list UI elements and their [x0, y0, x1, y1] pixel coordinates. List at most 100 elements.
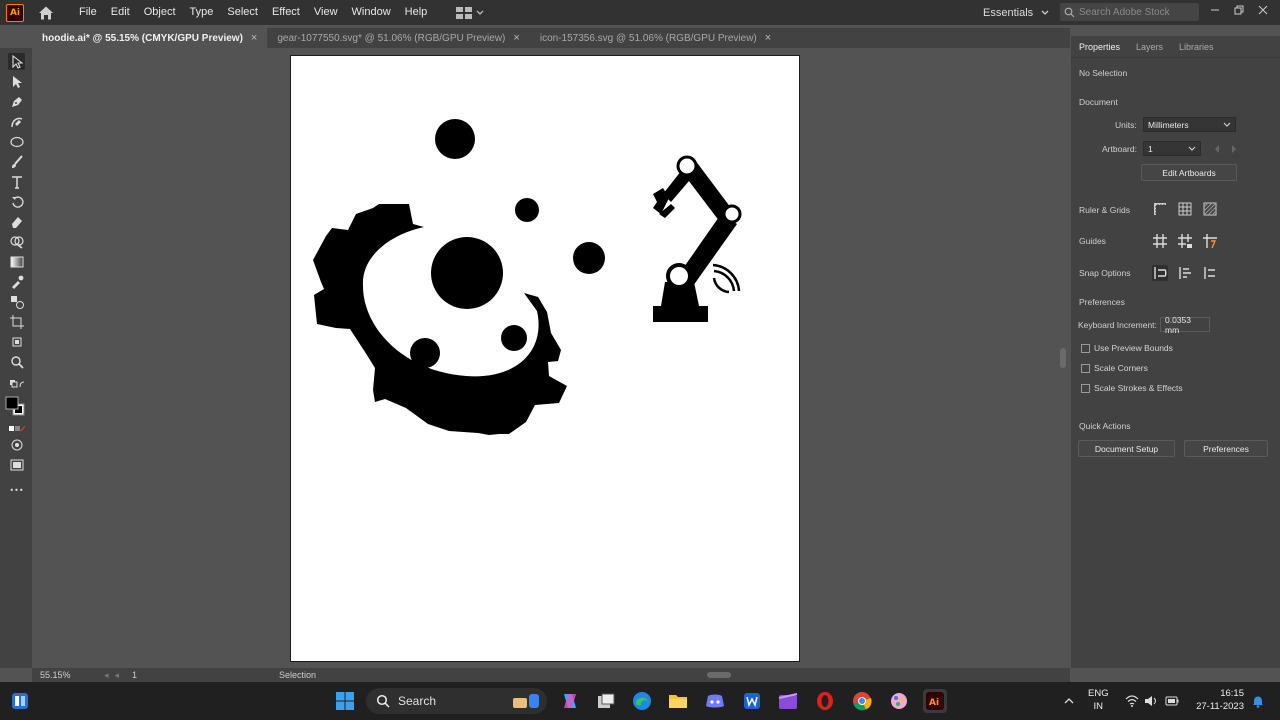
- close-icon[interactable]: ×: [765, 32, 771, 44]
- shape-builder-tool-icon[interactable]: [8, 233, 25, 250]
- eyedropper-tool-icon[interactable]: [8, 273, 25, 290]
- ruler-icon[interactable]: [1152, 201, 1168, 217]
- pen-tool-icon[interactable]: [8, 93, 25, 110]
- close-icon[interactable]: ×: [513, 32, 519, 44]
- opera-icon[interactable]: [813, 689, 837, 713]
- hand-tool-icon[interactable]: [8, 333, 25, 350]
- artboard[interactable]: [290, 55, 800, 662]
- screen-mode-icon[interactable]: [8, 456, 25, 473]
- menu-edit[interactable]: Edit: [104, 0, 137, 25]
- close-icon[interactable]: ×: [251, 32, 257, 44]
- scale-corners-checkbox[interactable]: Scale Corners: [1081, 363, 1148, 373]
- keyboard-increment-input[interactable]: 0.0353 mm: [1160, 315, 1210, 335]
- more-tools-icon[interactable]: •••: [8, 482, 25, 499]
- snap-to-glyph-icon[interactable]: [1202, 265, 1218, 281]
- vertical-scrollbar[interactable]: [1057, 48, 1069, 668]
- previous-artboard-icon[interactable]: [1214, 145, 1220, 153]
- tab-layers[interactable]: Layers: [1128, 36, 1171, 57]
- edge-icon[interactable]: [630, 689, 654, 713]
- widgets-icon[interactable]: [8, 689, 32, 713]
- chrome-icon[interactable]: [850, 689, 874, 713]
- zoom-tool-icon[interactable]: [8, 353, 25, 370]
- checkbox-box[interactable]: [1081, 363, 1090, 373]
- edit-artboards-button[interactable]: Edit Artboards: [1141, 164, 1237, 181]
- swap-fill-stroke-icon[interactable]: [8, 375, 25, 392]
- canvas-area[interactable]: [32, 48, 1057, 668]
- file-explorer-icon[interactable]: [666, 689, 690, 713]
- stock-search-input[interactable]: [1079, 6, 1197, 18]
- eraser-tool-icon[interactable]: [8, 213, 25, 230]
- horizontal-scrollbar[interactable]: [397, 672, 1047, 678]
- blend-tool-icon[interactable]: [8, 293, 25, 310]
- preferences-button[interactable]: Preferences: [1184, 440, 1268, 457]
- selection-tool-icon[interactable]: [8, 53, 25, 70]
- home-icon[interactable]: [38, 5, 54, 21]
- transparency-grid-icon[interactable]: [1202, 201, 1218, 217]
- smart-guides-icon[interactable]: [1202, 233, 1218, 249]
- fill-stroke-swatch[interactable]: [5, 396, 25, 416]
- direct-selection-tool-icon[interactable]: [8, 73, 25, 90]
- menu-view[interactable]: View: [307, 0, 345, 25]
- snap-to-pixel-icon[interactable]: [1177, 265, 1193, 281]
- menu-window[interactable]: Window: [345, 0, 398, 25]
- color-mode-icon[interactable]: [8, 420, 25, 437]
- tab-libraries[interactable]: Libraries: [1171, 36, 1222, 57]
- wifi-icon[interactable]: [1125, 694, 1139, 708]
- volume-icon[interactable]: [1144, 694, 1158, 708]
- minimize-icon[interactable]: [1210, 5, 1220, 15]
- notification-bell-icon[interactable]: [1251, 694, 1265, 708]
- units-select[interactable]: Millimeters: [1143, 117, 1236, 132]
- checkbox-box[interactable]: [1081, 383, 1090, 393]
- start-icon[interactable]: [333, 689, 357, 713]
- menu-effect[interactable]: Effect: [265, 0, 307, 25]
- document-setup-button[interactable]: Document Setup: [1078, 440, 1175, 457]
- battery-icon[interactable]: [1165, 694, 1179, 708]
- tab-gear[interactable]: gear-1077550.svg* @ 51.06% (RGB/GPU Prev…: [267, 28, 529, 48]
- chevron-up-icon[interactable]: [1062, 694, 1076, 708]
- artboard-tool-icon[interactable]: [8, 313, 25, 330]
- menu-object[interactable]: Object: [137, 0, 183, 25]
- drawing-mode-icon[interactable]: [8, 436, 25, 453]
- vertical-scroll-thumb[interactable]: [1060, 348, 1066, 368]
- illustrator-taskbar-icon[interactable]: Ai: [923, 689, 947, 713]
- scale-strokes-checkbox[interactable]: Scale Strokes & Effects: [1081, 383, 1183, 393]
- checkbox-box[interactable]: [1081, 343, 1090, 353]
- menu-file[interactable]: File: [72, 0, 104, 25]
- guides-show-icon[interactable]: [1152, 233, 1168, 249]
- tab-icon[interactable]: icon-157356.svg @ 51.06% (RGB/GPU Previe…: [530, 28, 781, 48]
- curvature-tool-icon[interactable]: [8, 113, 25, 130]
- taskbar-search[interactable]: Search: [366, 688, 547, 714]
- tab-hoodie[interactable]: hoodie.ai* @ 55.15% (CMYK/GPU Preview) ×: [32, 28, 268, 48]
- use-preview-bounds-checkbox[interactable]: Use Preview Bounds: [1081, 343, 1173, 353]
- menu-select[interactable]: Select: [220, 0, 265, 25]
- type-tool-icon[interactable]: [8, 173, 25, 190]
- adobe-stock-search[interactable]: [1060, 3, 1199, 21]
- gradient-tool-icon[interactable]: [8, 253, 25, 270]
- ellipse-tool-icon[interactable]: [8, 133, 25, 150]
- clipchamp-icon[interactable]: [776, 689, 800, 713]
- arrange-documents-button[interactable]: [456, 6, 484, 19]
- paintbrush-tool-icon[interactable]: [8, 153, 25, 170]
- workspace-switcher[interactable]: Essentials: [983, 0, 1049, 25]
- close-icon[interactable]: [1258, 5, 1268, 15]
- discord-icon[interactable]: [703, 689, 727, 713]
- language-indicator[interactable]: ENG IN: [1088, 687, 1109, 713]
- horizontal-scroll-thumb[interactable]: [707, 672, 731, 678]
- next-artboard-icon[interactable]: [1231, 145, 1237, 153]
- word-icon[interactable]: [740, 689, 764, 713]
- menu-help[interactable]: Help: [398, 0, 435, 25]
- grid-icon[interactable]: [1177, 201, 1193, 217]
- restore-icon[interactable]: [1234, 5, 1244, 15]
- artboard-number[interactable]: 1: [132, 670, 137, 680]
- system-clock[interactable]: 16:15 27-11-2023: [1192, 687, 1244, 713]
- paint-icon[interactable]: [887, 689, 911, 713]
- artboard-nav-arrows[interactable]: ◂◂: [104, 670, 125, 681]
- guides-lock-icon[interactable]: [1177, 233, 1193, 249]
- rotate-tool-icon[interactable]: [8, 193, 25, 210]
- task-view-icon[interactable]: [594, 689, 618, 713]
- copilot-icon[interactable]: [558, 689, 582, 713]
- artboard-select[interactable]: 1: [1143, 141, 1201, 156]
- tab-properties[interactable]: Properties: [1071, 36, 1129, 57]
- zoom-level[interactable]: 55.15%: [40, 670, 71, 680]
- snap-to-point-icon[interactable]: [1152, 265, 1168, 281]
